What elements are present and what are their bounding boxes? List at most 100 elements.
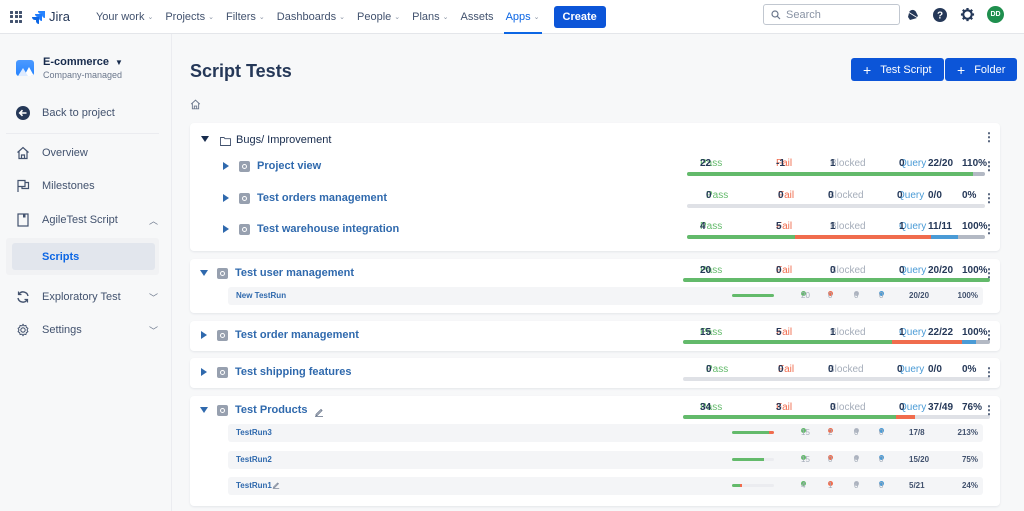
test-run-name[interactable]: TestRun3 [236,428,272,437]
sidebar-submenu: Scripts [6,238,159,275]
nav-item-plans[interactable]: Plans ⌄ [406,0,454,34]
document-icon [17,213,29,227]
test-run-name-label: New TestRun [236,291,287,300]
page-title: Script Tests [190,61,292,81]
home-icon [17,146,29,160]
progress-bar [683,340,990,344]
more-actions-icon[interactable]: ⋮ [983,160,995,172]
count-pass-value: 15 [801,454,810,464]
test-run-row[interactable]: New TestRun 20 0 0 0 20/20 100% [228,287,983,305]
test-run-ratio: 20/20 [909,291,930,300]
settings-gear-icon[interactable] [960,7,975,22]
search-input[interactable]: Search [763,4,900,25]
test-run-name[interactable]: TestRun2 [236,455,272,464]
chevron-down-icon[interactable]: ﹀ [149,291,158,304]
user-avatar[interactable]: DD [987,6,1004,23]
folder-title[interactable]: Bugs/ Improvement [236,134,331,146]
more-actions-icon[interactable]: ⋮ [983,366,995,378]
nav-item-projects[interactable]: Projects ⌄ [159,0,220,34]
progress-segment-query [962,340,976,344]
nav-items: Your work ⌄ Projects ⌄ Filters ⌄ Dashboards ⌄ Pe… [90,0,546,34]
breadcrumb-home-icon[interactable] [190,99,201,110]
progress-bar [683,377,990,381]
nav-item-label: Your work [95,10,145,23]
sidebar-item-settings[interactable]: Settings ﹀ [16,323,158,337]
progress-segment-pass [687,235,796,239]
stat-fail-value: 5 [776,327,782,338]
script-card: Test Products Pass 34 Fail 3 Blocked 0 Query… [190,396,1000,506]
nav-item-label: Filters [225,10,256,23]
back-to-project-label: Back to project [42,107,115,119]
ratio-value: 11/11 [928,221,952,232]
sidebar-item-exploratory-test[interactable]: Exploratory Test ﹀ [16,290,158,304]
more-actions-icon[interactable]: ⋮ [983,329,995,341]
chevron-down-icon: ⌄ [339,13,345,21]
test-run-name[interactable]: TestRun1 [236,481,280,491]
stat-pass-value: 15 [700,327,712,338]
stat-fail-value: 0 [778,189,784,201]
chevron-down-icon: ⌄ [147,13,154,21]
progress-segment-fail [795,235,931,239]
svg-text:?: ? [937,10,943,21]
more-actions-icon[interactable]: ⋮ [983,404,995,416]
stat-query-value: 0 [897,364,903,375]
app-switcher-icon[interactable] [10,10,22,23]
progress-segment-pass [683,415,897,419]
project-switcher[interactable]: E-commerce ▼ Company-managed [16,56,123,80]
more-actions-icon[interactable]: ⋮ [983,223,995,235]
progress-bar [687,203,985,208]
test-run-name[interactable]: New TestRun [236,291,286,300]
nav-item-your-work[interactable]: Your work ⌄ [90,0,159,34]
stats-summary: Pass 34 Fail 3 Blocked 0 Query 0 37/49 76% [190,402,1000,416]
folder-row[interactable]: Bugs/ Improvement [190,126,1000,150]
top-actions: ? DD [906,6,1004,23]
progress-segment-pass [732,457,764,461]
more-actions-icon[interactable]: ⋮ [983,192,995,204]
nav-item-label: Assets [460,10,494,23]
test-run-progress-bar [732,294,774,297]
sidebar-item-overview[interactable]: Overview [16,146,158,160]
nav-item-assets[interactable]: Assets [455,0,500,34]
refresh-icon [17,291,29,303]
back-to-project-link[interactable]: Back to project [16,106,158,120]
edit-pencil-icon[interactable] [272,481,280,491]
progress-bar [687,235,985,239]
stat-pass-value: 34 [700,402,712,413]
test-run-row[interactable]: TestRun2 15 0 0 0 15/20 75% [228,450,983,469]
chevron-down-icon[interactable]: ﹀ [149,324,158,337]
progress-segment-pass [732,294,774,297]
nav-item-label: Projects [165,10,206,23]
stat-pass-value: 4 [700,221,706,232]
more-actions-icon[interactable]: ⋮ [983,131,995,143]
sidebar-item-label: AgileTest Script [42,214,118,226]
stat-fail-value: -1 [776,158,785,169]
create-button[interactable]: Create [553,5,606,28]
plus-icon: + [863,61,872,78]
jira-logo[interactable]: Jira [31,9,70,24]
nav-item-dashboards[interactable]: Dashboards ⌄ [271,0,351,34]
test-run-ratio: 5/21 [909,481,925,490]
chevron-up-icon[interactable]: ︿ [149,214,158,227]
search-icon [771,9,781,19]
notifications-icon[interactable] [906,8,920,22]
add-folder-button[interactable]: + Folder [945,58,1018,81]
sidebar-item-milestones[interactable]: Milestones [16,179,158,193]
ratio-value: 37/49 [928,402,954,413]
help-icon[interactable]: ? [932,7,948,23]
sidebar-item-label: Settings [42,324,82,336]
more-actions-icon[interactable]: ⋮ [983,267,995,279]
test-run-row[interactable]: TestRun1 4 1 0 0 5/21 24% [228,477,983,495]
sidebar-item-scripts[interactable]: Scripts [12,243,155,270]
sidebar-item-label: Overview [42,147,88,159]
collapse-caret-icon[interactable] [201,136,209,142]
stat-query-value: 0 [899,402,905,413]
add-test-script-button[interactable]: + Test Script [851,58,944,81]
sidebar-item-label: Milestones [42,180,95,192]
nav-item-people[interactable]: People ⌄ [351,0,406,34]
gear-icon [17,323,29,337]
test-run-row[interactable]: TestRun3 15 2 0 0 17/8 213% [228,424,983,442]
stat-fail-value: 0 [776,265,782,276]
nav-item-apps[interactable]: Apps ⌄ [500,0,546,34]
nav-item-filters[interactable]: Filters ⌄ [220,0,271,34]
sidebar-item-agiletest-script[interactable]: AgileTest Script ︿ [16,213,158,227]
